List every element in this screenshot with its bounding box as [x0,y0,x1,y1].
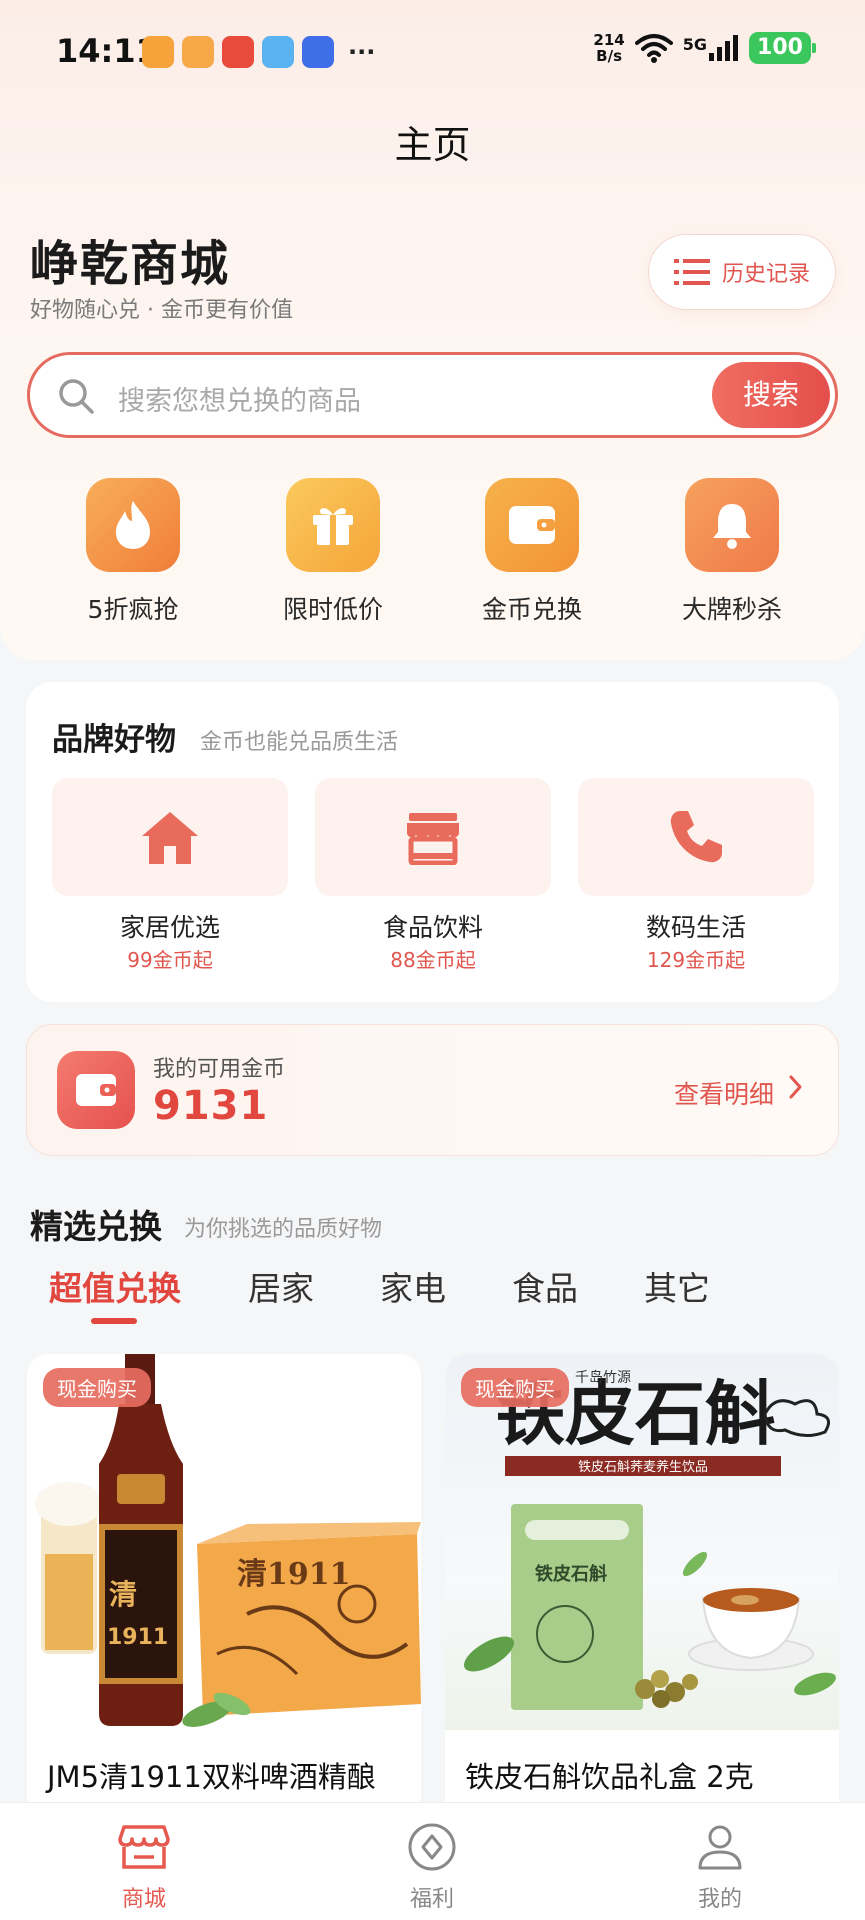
signal-bars-icon [709,35,738,61]
tab-value-exchange[interactable]: 超值兑换 [49,1262,181,1310]
store-slogan: 好物随心兑 · 金币更有价值 [30,298,293,323]
quick-entry-label: 限时低价 [282,595,383,624]
product-card[interactable]: 清1911 清 1911 现金购买 JM5清1911双料啤酒精酿 [27,1354,421,1824]
category-tile [52,778,288,896]
store-name: 峥乾商城 [30,236,231,292]
app-mascot-icon [222,36,254,68]
quick-entry-limited-price[interactable]: 限时低价 [253,478,413,626]
category-name: 数码生活 [645,913,746,942]
category-tile [578,778,814,896]
category-price: 129金币起 [646,948,746,972]
quick-entry-brand-flash[interactable]: 大牌秒杀 [652,478,812,626]
quick-entry-label: 金币兑换 [481,595,582,624]
home-icon [142,812,198,864]
more-notifications-icon: ··· [348,38,376,66]
search-button[interactable]: 搜索 [712,362,830,428]
quick-entry-label: 5折疯抢 [87,595,179,624]
brand-goods-card: 品牌好物 金币也能兑品质生活 家居优选 99金币起 食品饮料 88金币起 数码生… [26,682,839,1002]
product-tag: 现金购买 [43,1368,151,1407]
gift-icon [286,478,380,572]
quick-entry-flash-sale[interactable]: 5折疯抢 [53,478,213,626]
wallet-icon [57,1051,135,1129]
list-icon [673,259,710,285]
app-car-icon [302,36,334,68]
product-card[interactable]: 铁皮石斛 千岛竹源 铁皮石斛荞麦养生饮品 铁皮石斛 现金购买 铁皮石斛饮品礼盒 … [445,1354,839,1824]
product-image-brand: 千岛竹源 [575,1370,631,1386]
nav-label: 商城 [121,1887,166,1912]
featured-title: 精选兑换 [30,1207,162,1246]
category-name: 家居优选 [119,913,220,942]
bottom-navigation: 商城 福利 我的 [0,1802,865,1920]
chevron-right-icon [789,1075,802,1099]
wallet-icon [485,478,579,572]
quick-entries: 5折疯抢 限时低价 金币兑换 大牌秒杀 [0,478,865,628]
history-button[interactable]: 历史记录 [648,234,836,310]
svg-text:清: 清 [109,1578,137,1611]
flame-icon [86,478,180,572]
view-details-link[interactable]: 查看明细 [674,1075,774,1111]
product-image-tea: 铁皮石斛 千岛竹源 铁皮石斛荞麦养生饮品 铁皮石斛 [445,1354,839,1730]
svg-text:清1911: 清1911 [237,1557,351,1592]
featured-tabs: 超值兑换 居家 家电 食品 其它 [0,1262,865,1332]
network-speed: 214 B/s [593,32,624,64]
brand-goods-subtitle: 金币也能兑品质生活 [200,730,399,755]
svg-text:1911: 1911 [107,1625,168,1650]
diamond-icon [352,1821,512,1873]
network-type: 5G [682,35,707,54]
store-icon [407,813,459,865]
category-name: 食品饮料 [382,913,483,942]
category-tile [315,778,551,896]
app-book-icon [262,36,294,68]
search-icon [59,379,94,414]
quick-entry-label: 大牌秒杀 [681,595,782,624]
category-price: 99金币起 [127,948,213,972]
product-name: 铁皮石斛饮品礼盒 2克 [465,1760,754,1794]
product-name: JM5清1911双料啤酒精酿 [47,1760,376,1794]
wifi-icon [634,34,673,63]
brand-goods-title: 品牌好物 [52,722,176,758]
search-bar[interactable]: 搜索您想兑换的商品 搜索 [27,352,838,438]
tab-food[interactable]: 食品 [512,1262,578,1310]
active-tab-indicator [91,1318,137,1324]
coin-balance-label: 我的可用金币 [153,1057,286,1082]
coin-balance-card[interactable]: 我的可用金币 9131 查看明细 [26,1024,839,1156]
tab-home[interactable]: 居家 [248,1262,314,1310]
app-stack-icon [182,36,214,68]
nav-label: 我的 [697,1887,742,1912]
notification-icons: ··· [142,36,375,68]
search-input[interactable]: 搜索您想兑换的商品 [118,379,361,418]
product-image-beer: 清1911 清 1911 [27,1354,421,1730]
phone-icon [670,811,722,863]
tab-other[interactable]: 其它 [644,1262,710,1310]
quick-entry-coin-exchange[interactable]: 金币兑换 [452,478,612,626]
product-tag: 现金购买 [461,1368,569,1407]
nav-item-mall[interactable]: 商城 [64,1821,224,1913]
svg-text:铁皮石斛: 铁皮石斛 [535,1563,607,1585]
page-title: 主页 [394,123,471,167]
network-speed-value: 214 [593,31,625,49]
nav-item-welfare[interactable]: 福利 [352,1821,512,1913]
category-price: 88金币起 [390,948,476,972]
tab-appliances[interactable]: 家电 [380,1262,446,1310]
coin-balance-value: 9131 [153,1083,269,1129]
bell-icon [685,478,779,572]
history-label: 历史记录 [721,262,810,287]
status-bar: 14:11 ··· 214 B/s 5G 100 [0,0,865,104]
featured-subtitle: 为你挑选的品质好物 [184,1217,383,1242]
shop-icon [64,1821,224,1873]
app-heart-icon [142,36,174,68]
battery-indicator: 100 [749,32,816,64]
status-indicators: 214 B/s 5G 100 [593,32,816,64]
user-icon [640,1821,800,1873]
nav-label: 福利 [409,1887,454,1912]
network-speed-unit: B/s [596,47,622,65]
cell-signal: 5G [683,35,739,61]
nav-item-profile[interactable]: 我的 [640,1821,800,1913]
product-image-banner: 铁皮石斛荞麦养生饮品 [578,1459,708,1475]
